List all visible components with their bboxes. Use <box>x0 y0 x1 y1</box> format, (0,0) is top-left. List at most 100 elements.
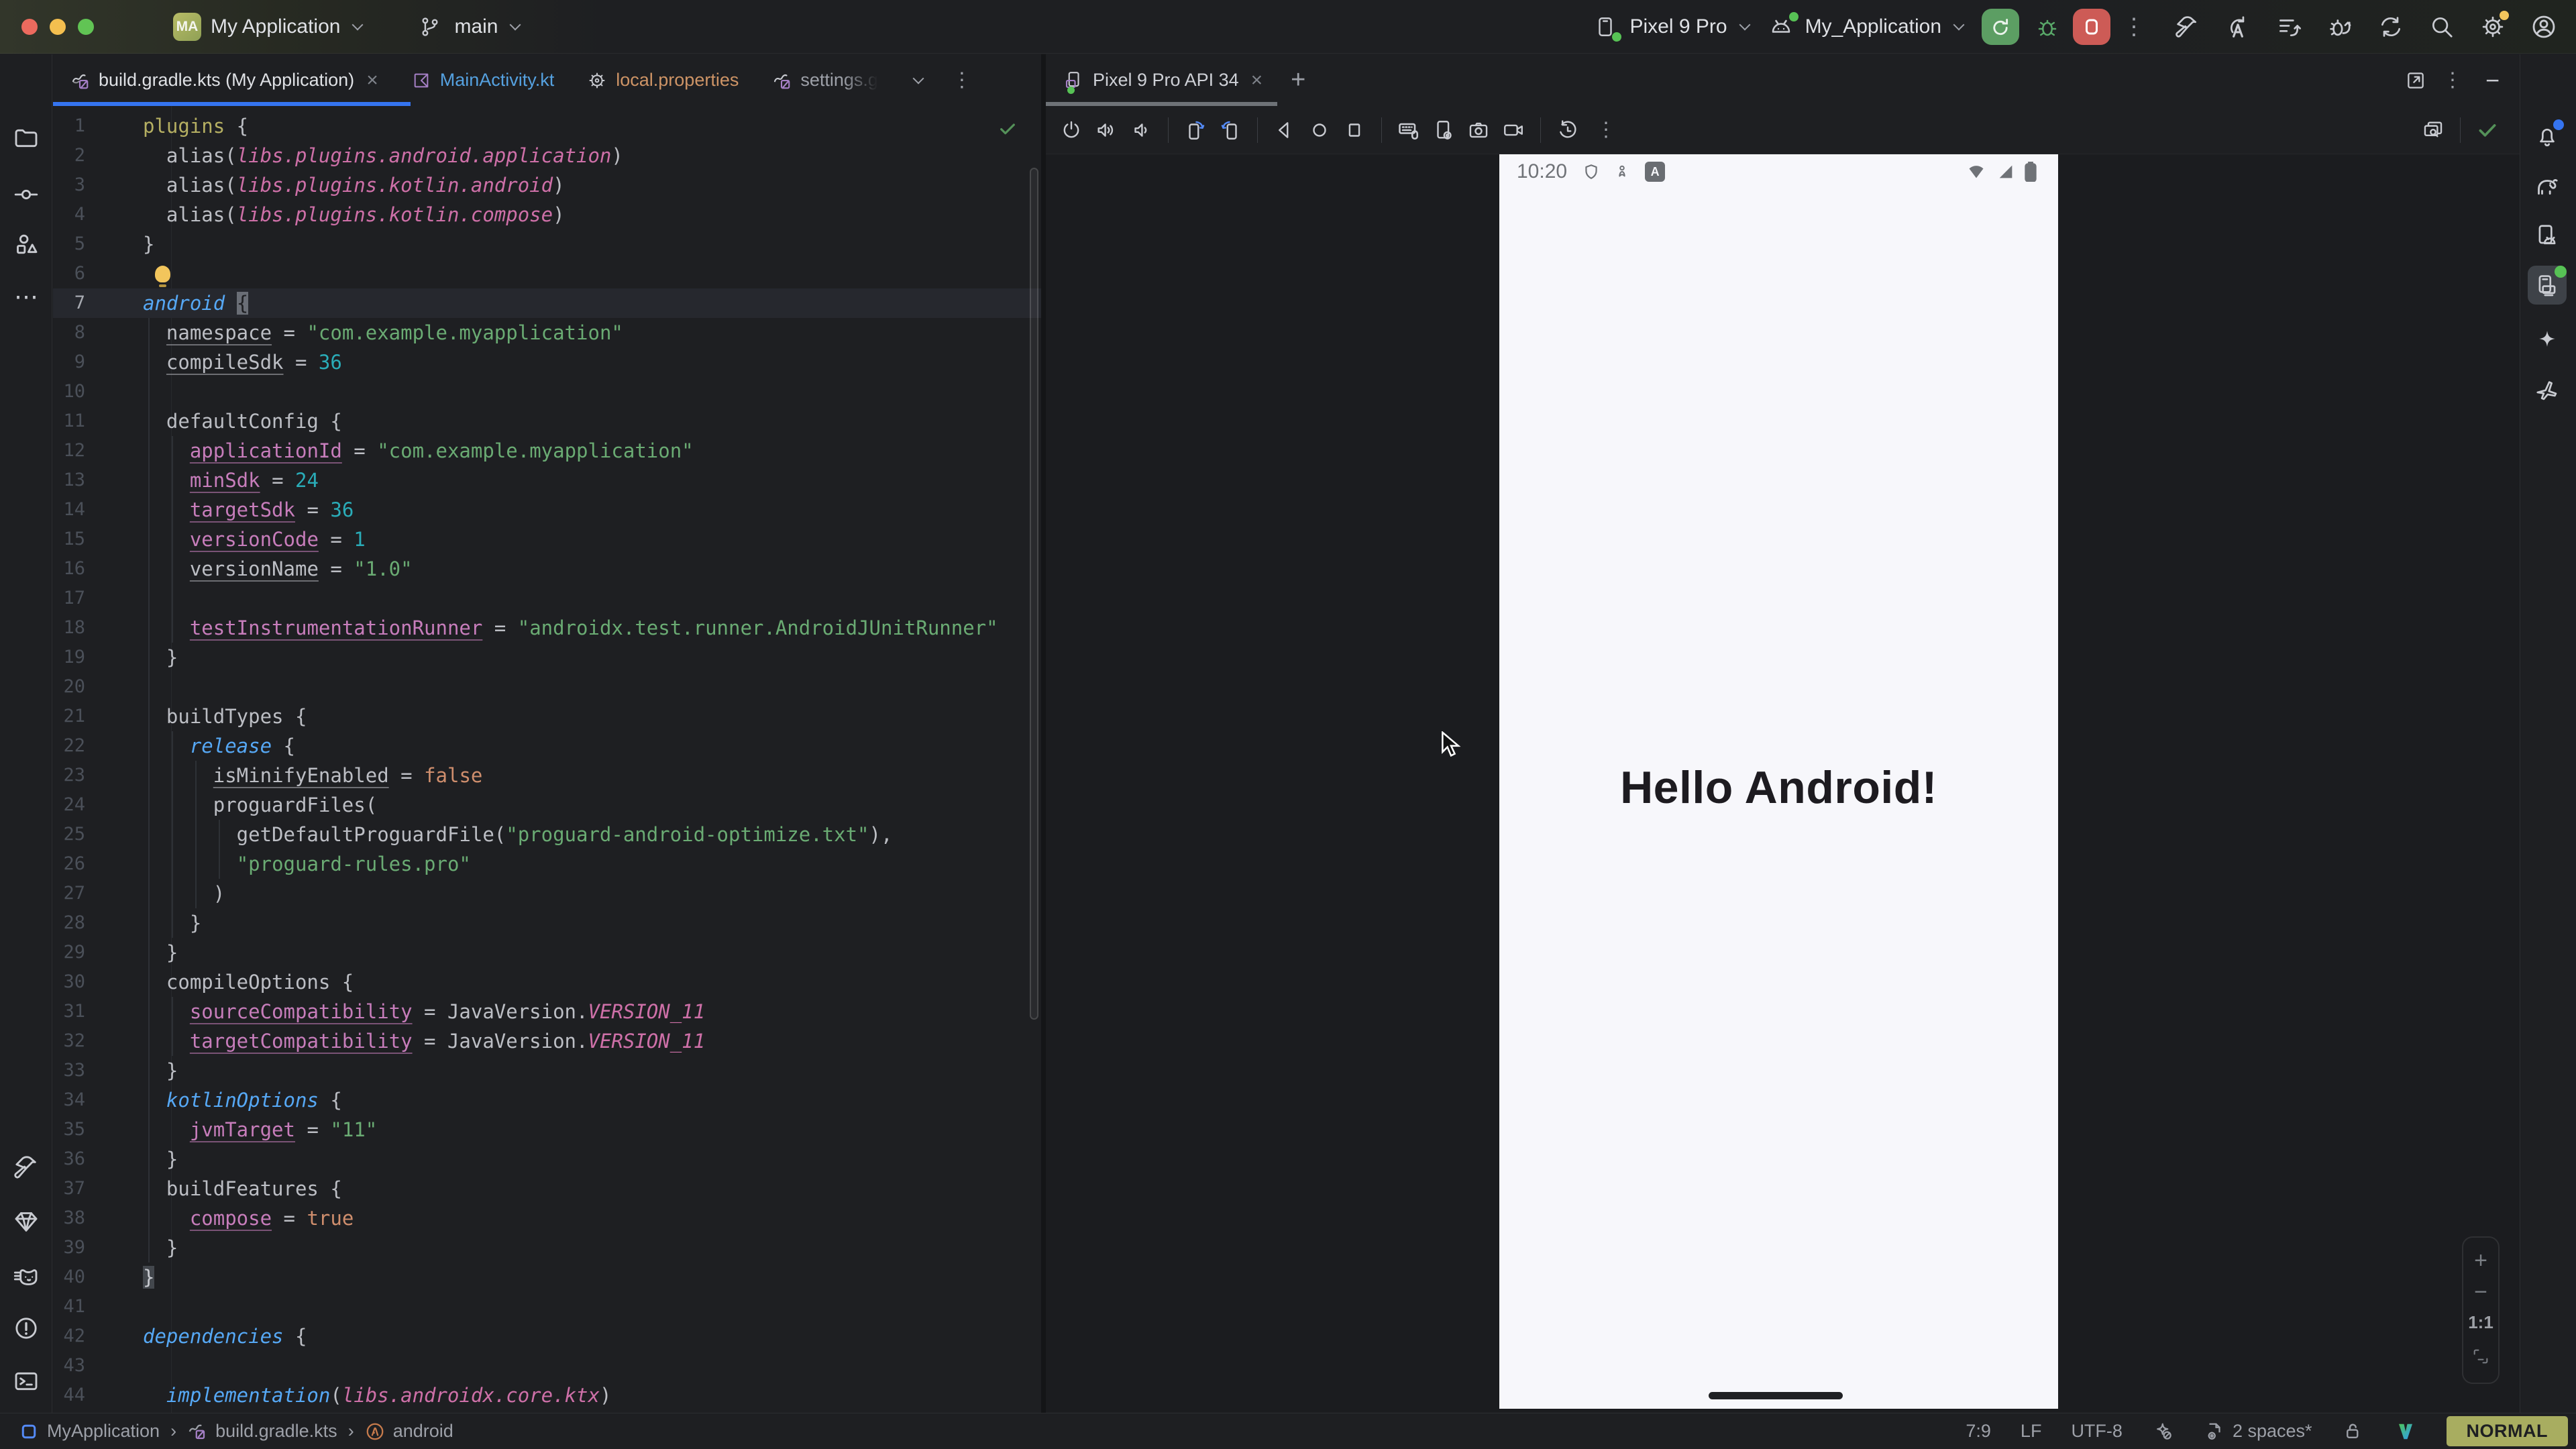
inspection-check-icon[interactable] <box>997 118 1018 140</box>
settings-gear-icon[interactable] <box>2478 12 2508 42</box>
build-hammer-icon[interactable] <box>2172 12 2202 42</box>
code-line[interactable]: 4 alias(libs.plugins.kotlin.compose) <box>53 200 1041 229</box>
ui-check-icon[interactable] <box>2473 115 2502 145</box>
snapshot-reset-icon[interactable] <box>1553 115 1582 145</box>
open-in-new-window-icon[interactable] <box>2401 66 2430 95</box>
problems-icon[interactable] <box>11 1313 41 1343</box>
code-editor[interactable]: 1plugins {2 alias(libs.plugins.android.a… <box>53 106 1041 1413</box>
code-line[interactable]: 34 kotlinOptions { <box>53 1085 1041 1115</box>
breadcrumb-symbol[interactable]: android <box>365 1421 453 1442</box>
code-line[interactable]: 32 targetCompatibility = JavaVersion.VER… <box>53 1026 1041 1056</box>
code-line[interactable]: 28 } <box>53 908 1041 938</box>
code-line[interactable]: 30 compileOptions { <box>53 967 1041 997</box>
gradle-elephant-icon[interactable] <box>2532 171 2562 201</box>
breadcrumb-file[interactable]: build.gradle.kts <box>187 1421 337 1442</box>
code-line[interactable]: 21 buildTypes { <box>53 702 1041 731</box>
code-line[interactable]: 18 testInstrumentationRunner = "androidx… <box>53 613 1041 643</box>
zoom-in-button[interactable]: + <box>2474 1249 2487 1272</box>
breadcrumb-project[interactable]: MyApplication <box>19 1421 160 1442</box>
code-line[interactable]: 40} <box>53 1263 1041 1292</box>
code-line[interactable]: 38 compose = true <box>53 1203 1041 1233</box>
code-line[interactable]: 42dependencies { <box>53 1322 1041 1351</box>
hide-panel-button[interactable]: − <box>2485 66 2500 95</box>
code-line[interactable]: 8 namespace = "com.example.myapplication… <box>53 318 1041 347</box>
code-line[interactable]: 43 <box>53 1351 1041 1381</box>
intention-bulb-icon[interactable] <box>155 266 170 282</box>
search-everywhere-icon[interactable] <box>2427 12 2457 42</box>
code-line[interactable]: 7android { <box>53 288 1041 318</box>
code-line[interactable]: 26 "proguard-rules.pro" <box>53 849 1041 879</box>
build-tool-icon[interactable] <box>11 1152 41 1182</box>
code-line[interactable]: 33 } <box>53 1056 1041 1085</box>
code-line[interactable]: 24 proguardFiles( <box>53 790 1041 820</box>
stop-button[interactable] <box>2073 9 2110 45</box>
gesture-navigation-bar[interactable] <box>1709 1392 1843 1399</box>
tab-mainactivity[interactable]: MainActivity.kt <box>394 54 571 106</box>
code-line[interactable]: 25 getDefaultProguardFile("proguard-andr… <box>53 820 1041 849</box>
zoom-out-button[interactable]: − <box>2474 1281 2487 1303</box>
volume-up-icon[interactable] <box>1091 115 1121 145</box>
code-line[interactable]: 23 isMinifyEnabled = false <box>53 761 1041 790</box>
plane-icon[interactable] <box>2532 375 2562 405</box>
line-ending[interactable]: LF <box>2021 1421 2042 1442</box>
panel-splitter[interactable] <box>1041 54 1046 1413</box>
running-devices-icon[interactable] <box>2528 266 2567 305</box>
ai-assistant-disabled-icon[interactable] <box>2152 1420 2175 1443</box>
code-line[interactable]: 12 applicationId = "com.example.myapplic… <box>53 436 1041 466</box>
code-line[interactable]: 1plugins { <box>53 111 1041 141</box>
code-line[interactable]: 22 release { <box>53 731 1041 761</box>
rerun-button[interactable] <box>1982 9 2019 45</box>
hardware-input-icon[interactable] <box>1394 115 1424 145</box>
device-settings-icon[interactable] <box>1429 115 1458 145</box>
tab-pixel-9-pro-api-34[interactable]: Pixel 9 Pro API 34 × <box>1046 54 1279 106</box>
code-line[interactable]: 9 compileSdk = 36 <box>53 347 1041 377</box>
overview-icon[interactable] <box>1340 115 1369 145</box>
emulator-screen[interactable]: 10:20 A Hello Android! <box>1499 154 2058 1409</box>
close-window-button[interactable] <box>21 19 38 35</box>
screen-record-icon[interactable] <box>1499 115 1528 145</box>
code-line[interactable]: 13 minSdk = 24 <box>53 466 1041 495</box>
code-line[interactable]: 10 <box>53 377 1041 407</box>
power-icon[interactable] <box>1057 115 1086 145</box>
code-line[interactable]: 15 versionCode = 1 <box>53 525 1041 554</box>
code-line[interactable]: 5} <box>53 229 1041 259</box>
editor-options-kebab[interactable]: ⋮ <box>952 70 972 91</box>
commit-icon[interactable] <box>11 180 41 209</box>
volume-down-icon[interactable] <box>1126 115 1156 145</box>
gemini-gem-icon[interactable] <box>11 1207 41 1236</box>
notifications-bell-icon[interactable] <box>2532 121 2562 151</box>
device-manager-icon[interactable] <box>2532 221 2562 250</box>
rotate-clockwise-icon[interactable] <box>1216 115 1245 145</box>
panel-options-kebab[interactable]: ⋮ <box>2443 70 2463 91</box>
sync-project-icon[interactable] <box>2376 12 2406 42</box>
code-line[interactable]: 35 jvmTarget = "11" <box>53 1115 1041 1144</box>
code-line[interactable]: 31 sourceCompatibility = JavaVersion.VER… <box>53 997 1041 1026</box>
debug-button[interactable] <box>2033 12 2062 42</box>
project-widget[interactable]: MA My Application <box>173 13 362 41</box>
attach-debugger-icon[interactable] <box>2325 12 2355 42</box>
gemini-sparkle-icon[interactable] <box>2532 324 2562 354</box>
home-icon[interactable] <box>1305 115 1334 145</box>
fit-to-window-icon[interactable] <box>2466 1342 2496 1371</box>
code-line[interactable]: 20 <box>53 672 1041 702</box>
add-device-tab-button[interactable]: + <box>1291 66 1305 95</box>
device-more-kebab[interactable]: ⋮ <box>1596 120 1616 140</box>
caret-position[interactable]: 7:9 <box>1966 1421 1991 1442</box>
unlocked-icon[interactable] <box>2342 1420 2365 1443</box>
code-line[interactable]: 36 } <box>53 1144 1041 1174</box>
logcat-cat-icon[interactable] <box>11 1261 41 1291</box>
code-line[interactable]: 44 implementation(libs.androidx.core.ktx… <box>53 1381 1041 1410</box>
terminal-icon[interactable] <box>11 1366 41 1396</box>
code-line[interactable]: 39 } <box>53 1233 1041 1263</box>
tab-build-gradle-kts[interactable]: build.gradle.kts (My Application) × <box>53 54 394 106</box>
code-line[interactable]: 14 targetSdk = 36 <box>53 495 1041 525</box>
code-line[interactable]: 19 } <box>53 643 1041 672</box>
run-configuration[interactable]: My_Application <box>1766 12 1963 42</box>
close-tab-icon[interactable]: × <box>366 69 378 92</box>
encoding[interactable]: UTF-8 <box>2071 1421 2123 1442</box>
code-line[interactable]: 3 alias(libs.plugins.kotlin.android) <box>53 170 1041 200</box>
rotate-counterclockwise-icon[interactable] <box>1181 115 1210 145</box>
code-line[interactable]: 29 } <box>53 938 1041 967</box>
apply-changes-icon[interactable] <box>2223 12 2253 42</box>
apply-code-changes-icon[interactable] <box>2274 12 2304 42</box>
